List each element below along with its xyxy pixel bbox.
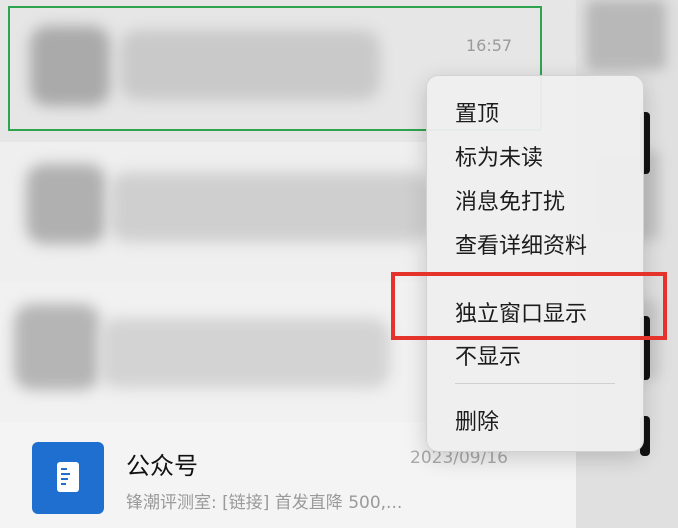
chat-preview-blurred bbox=[120, 30, 380, 100]
avatar-blurred bbox=[26, 164, 106, 244]
context-menu: 置顶 标为未读 消息免打扰 查看详细资料 独立窗口显示 不显示 删除 bbox=[426, 75, 644, 452]
menu-item-delete[interactable]: 删除 bbox=[455, 404, 499, 436]
avatar-blurred bbox=[14, 304, 100, 390]
blurred-block bbox=[586, 0, 666, 70]
chat-preview-blurred bbox=[100, 318, 390, 388]
menu-item-pin[interactable]: 置顶 bbox=[455, 96, 499, 128]
menu-item-mark-unread[interactable]: 标为未读 bbox=[455, 140, 543, 172]
chat-preview-blurred bbox=[110, 172, 430, 242]
menu-item-view-details[interactable]: 查看详细资料 bbox=[455, 228, 587, 260]
avatar-blurred bbox=[30, 26, 110, 106]
official-accounts-title: 公众号 bbox=[126, 452, 198, 480]
document-icon bbox=[57, 462, 79, 492]
official-account-icon bbox=[32, 442, 104, 514]
highlight-box bbox=[391, 272, 667, 340]
menu-separator bbox=[455, 383, 615, 384]
menu-item-hide[interactable]: 不显示 bbox=[455, 339, 521, 371]
menu-item-mute[interactable]: 消息免打扰 bbox=[455, 184, 565, 216]
official-accounts-preview: 锋潮评测室: [链接] 首发直降 500,... bbox=[126, 493, 403, 513]
chat-time: 16:57 bbox=[466, 36, 513, 55]
